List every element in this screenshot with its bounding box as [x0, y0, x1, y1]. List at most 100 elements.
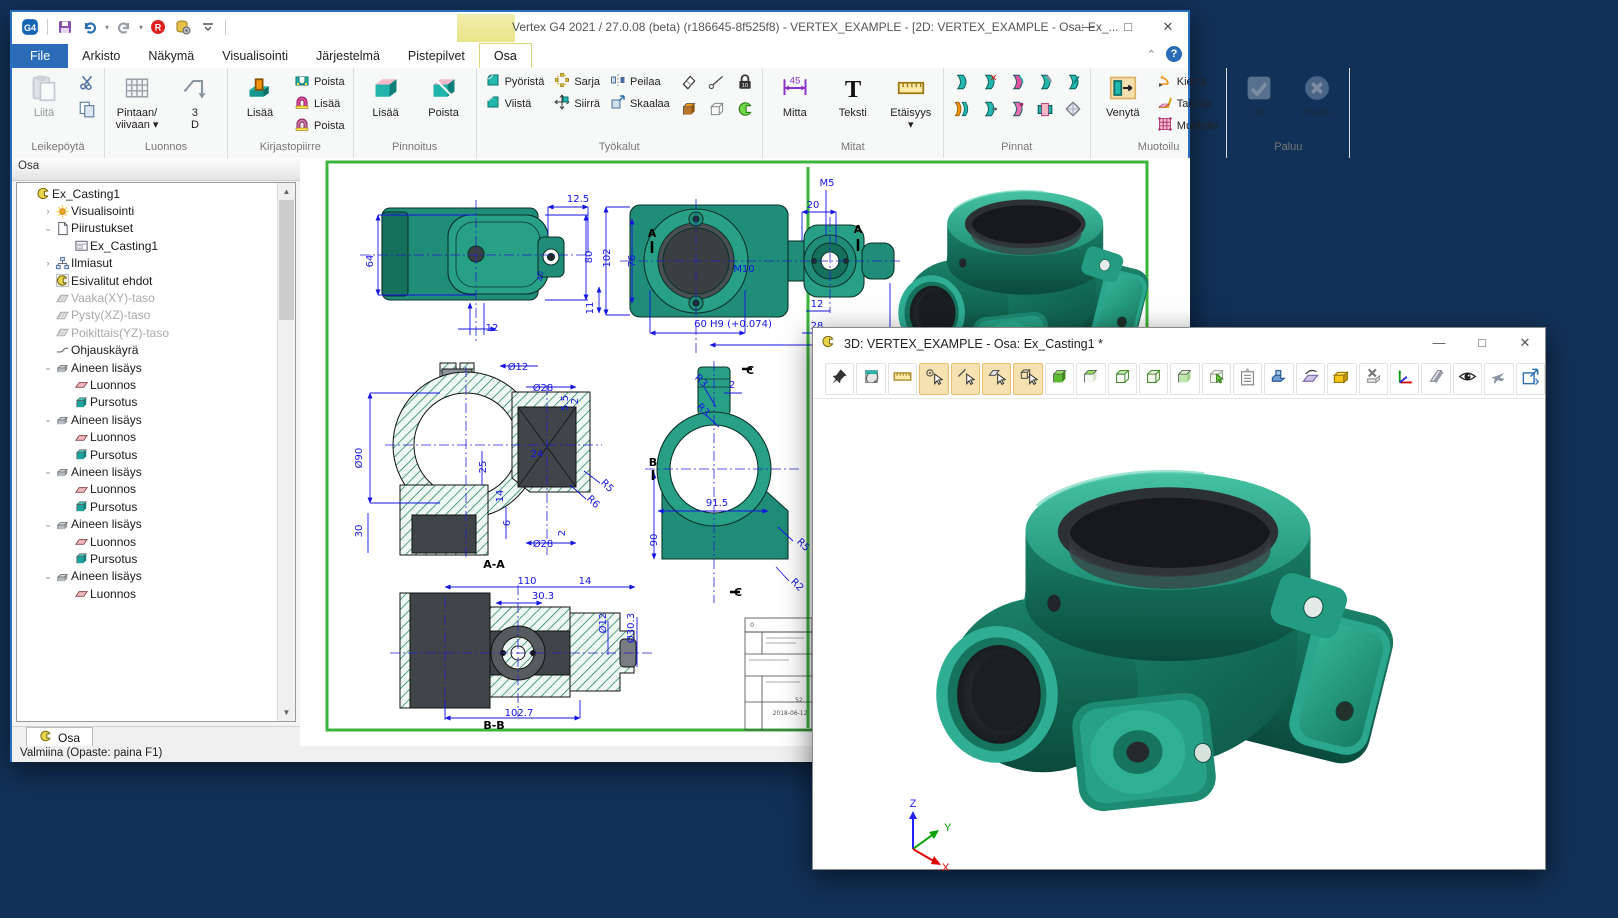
titlebar-3d[interactable]: 3D: VERTEX_EXAMPLE - Osa: Ex_Casting1 * … [813, 328, 1545, 361]
tree-item-aineen-lis-ys[interactable]: ⌄ Aineen lisäys [17, 411, 278, 428]
redo-button[interactable] [114, 17, 134, 37]
scroll-up-icon[interactable]: ▲ [278, 183, 295, 200]
db-settings-button[interactable] [173, 17, 193, 37]
button-poista[interactable]: Poista [290, 71, 349, 92]
tree-item-pursotus[interactable]: Pursotus [17, 550, 278, 567]
button-taivuta[interactable]: Taivuta [1153, 93, 1223, 114]
button-mitta[interactable]: 45Mitta [767, 71, 823, 137]
tab-järjestelmä[interactable]: Järjestelmä [302, 44, 394, 68]
scroll-down-icon[interactable]: ▼ [278, 704, 295, 721]
button-face-3[interactable] [1004, 71, 1030, 97]
undo-button[interactable] [80, 17, 100, 37]
tree-item-ex-casting1[interactable]: Ex_Casting1 [17, 237, 278, 254]
button-ok[interactable]: OK [1231, 71, 1287, 137]
button-face-4[interactable] [1032, 71, 1058, 97]
tool-pick-line[interactable] [951, 363, 980, 395]
button-face-1[interactable] [948, 71, 974, 97]
button-box-wire[interactable] [704, 98, 730, 124]
tab-näkymä[interactable]: Näkymä [134, 44, 208, 68]
dropdown-arrow-icon[interactable]: ▾ [105, 23, 109, 32]
tab-pistepilvet[interactable]: Pistepilvet [394, 44, 479, 68]
tool-eye[interactable] [1453, 363, 1482, 395]
tree-item-pursotus[interactable]: Pursotus [17, 446, 278, 463]
tree-item-ilmiasut[interactable]: › Ilmiasut [17, 255, 278, 272]
button-poista[interactable]: Poista [416, 71, 472, 137]
tree-item-vaaka-xy-taso[interactable]: Vaaka(XY)-taso [17, 289, 278, 306]
button-measure-line[interactable] [704, 71, 730, 97]
button-poista[interactable]: Poista [290, 115, 349, 136]
vertex-r-button[interactable]: R [148, 17, 168, 37]
qat-more-button[interactable] [198, 17, 218, 37]
tool-cube-solid[interactable] [1045, 363, 1074, 395]
tool-pick-center[interactable] [919, 363, 948, 395]
button-poistu[interactable]: Poistu [1289, 71, 1345, 137]
tree-item-luonnos[interactable]: Luonnos [17, 481, 278, 498]
tool-fly[interactable] [1484, 363, 1513, 395]
button-pintaan/[interactable]: Pintaan/ viivaan ▾ [109, 71, 165, 137]
button-kierrä[interactable]: Kierrä [1153, 71, 1223, 92]
close-button[interactable]: ✕ [1148, 12, 1188, 42]
tree-item-esivalitut-ehdot[interactable]: Esivalitut ehdot [17, 272, 278, 289]
button-face-8[interactable] [1004, 98, 1030, 124]
tool-axes[interactable] [1390, 363, 1419, 395]
tool-measure[interactable] [888, 363, 917, 395]
tool-drawer[interactable] [1327, 363, 1356, 395]
tree-item-aineen-lis-ys[interactable]: ⌄ Aineen lisäys [17, 568, 278, 585]
tool-cube-hollow[interactable] [1139, 363, 1168, 395]
button-scissors[interactable] [74, 71, 100, 97]
tree-item-aineen-lis-ys[interactable]: ⌄ Aineen lisäys [17, 359, 278, 376]
expander-icon[interactable]: ⌄ [42, 571, 54, 582]
button-face-10[interactable] [1060, 98, 1086, 124]
tree-item-luonnos[interactable]: Luonnos [17, 585, 278, 602]
minimize-button[interactable]: — [1419, 328, 1459, 358]
tool-pick-face[interactable] [982, 363, 1011, 395]
button-teksti[interactable]: TTeksti [825, 71, 881, 137]
button-lisää[interactable]: Lisää [290, 93, 349, 114]
button-face-2[interactable] [976, 71, 1002, 97]
tool-cube-open[interactable] [1108, 363, 1137, 395]
button-muotoile[interactable]: Muotoile [1153, 115, 1223, 136]
tool-cube-top[interactable] [1076, 363, 1105, 395]
button-face-6[interactable] [948, 98, 974, 124]
button-skaalaa[interactable]: Skaalaa [606, 93, 674, 114]
scroll-thumb[interactable] [279, 200, 294, 320]
tree-item-poikittais-yz-taso[interactable]: Poikittais(YZ)-taso [17, 324, 278, 341]
tool-sketch-plane[interactable] [1296, 363, 1325, 395]
titlebar[interactable]: G4▾▾R Vertex G4 2021 / 27.0.08 (beta) (r… [12, 12, 1188, 42]
viewport-3d[interactable]: Z Y X [813, 398, 1545, 869]
button-erase[interactable] [676, 71, 702, 97]
button-viistä[interactable]: Viistä [481, 93, 549, 114]
expander-icon[interactable]: ⌄ [42, 466, 54, 477]
tab-arkisto[interactable]: Arkisto [68, 44, 134, 68]
tree-item-ohjausk-yr-[interactable]: Ohjauskäyrä [17, 342, 278, 359]
expander-icon[interactable]: › [42, 206, 54, 216]
tool-cube-shaded[interactable] [1170, 363, 1199, 395]
tool-pin[interactable] [825, 363, 854, 395]
tool-cube-pick[interactable] [1202, 363, 1231, 395]
tree-item-luonnos[interactable]: Luonnos [17, 376, 278, 393]
close-button[interactable]: ✕ [1505, 328, 1545, 358]
tool-attach[interactable] [1421, 363, 1450, 395]
maximize-button[interactable]: □ [1462, 328, 1502, 358]
tab-osa[interactable]: Osa [479, 43, 532, 68]
tree-item-luonnos[interactable]: Luonnos [17, 533, 278, 550]
button-liitä[interactable]: Liitä [16, 71, 72, 137]
button-pyöristä[interactable]: Pyöristä [481, 71, 549, 92]
tree-item-piirustukset[interactable]: ⌄ Piirustukset [17, 220, 278, 237]
tree-item-visualisointi[interactable]: › Visualisointi [17, 202, 278, 219]
button-box-orange[interactable] [676, 98, 702, 124]
expander-icon[interactable]: ⌄ [42, 223, 54, 234]
button-lock-dims[interactable]: 10 [732, 71, 758, 97]
ribbon-collapse-icon[interactable]: ⌃ [1147, 48, 1156, 61]
tab-osa[interactable]: Osa [26, 727, 93, 747]
dropdown-arrow-icon[interactable]: ▾ [139, 23, 143, 32]
tree-scrollbar[interactable]: ▲ ▼ [277, 183, 295, 721]
tree-item-pursotus[interactable]: Pursotus [17, 498, 278, 515]
button-face-5[interactable] [1060, 71, 1086, 97]
button-face-7[interactable] [976, 98, 1002, 124]
tool-delete-x[interactable] [1359, 363, 1388, 395]
tab-visualisointi[interactable]: Visualisointi [208, 44, 302, 68]
save-button[interactable] [55, 17, 75, 37]
tree-item-aineen-lis-ys[interactable]: ⌄ Aineen lisäys [17, 515, 278, 532]
tree-item-pysty-xz-taso[interactable]: Pysty(XZ)-taso [17, 307, 278, 324]
